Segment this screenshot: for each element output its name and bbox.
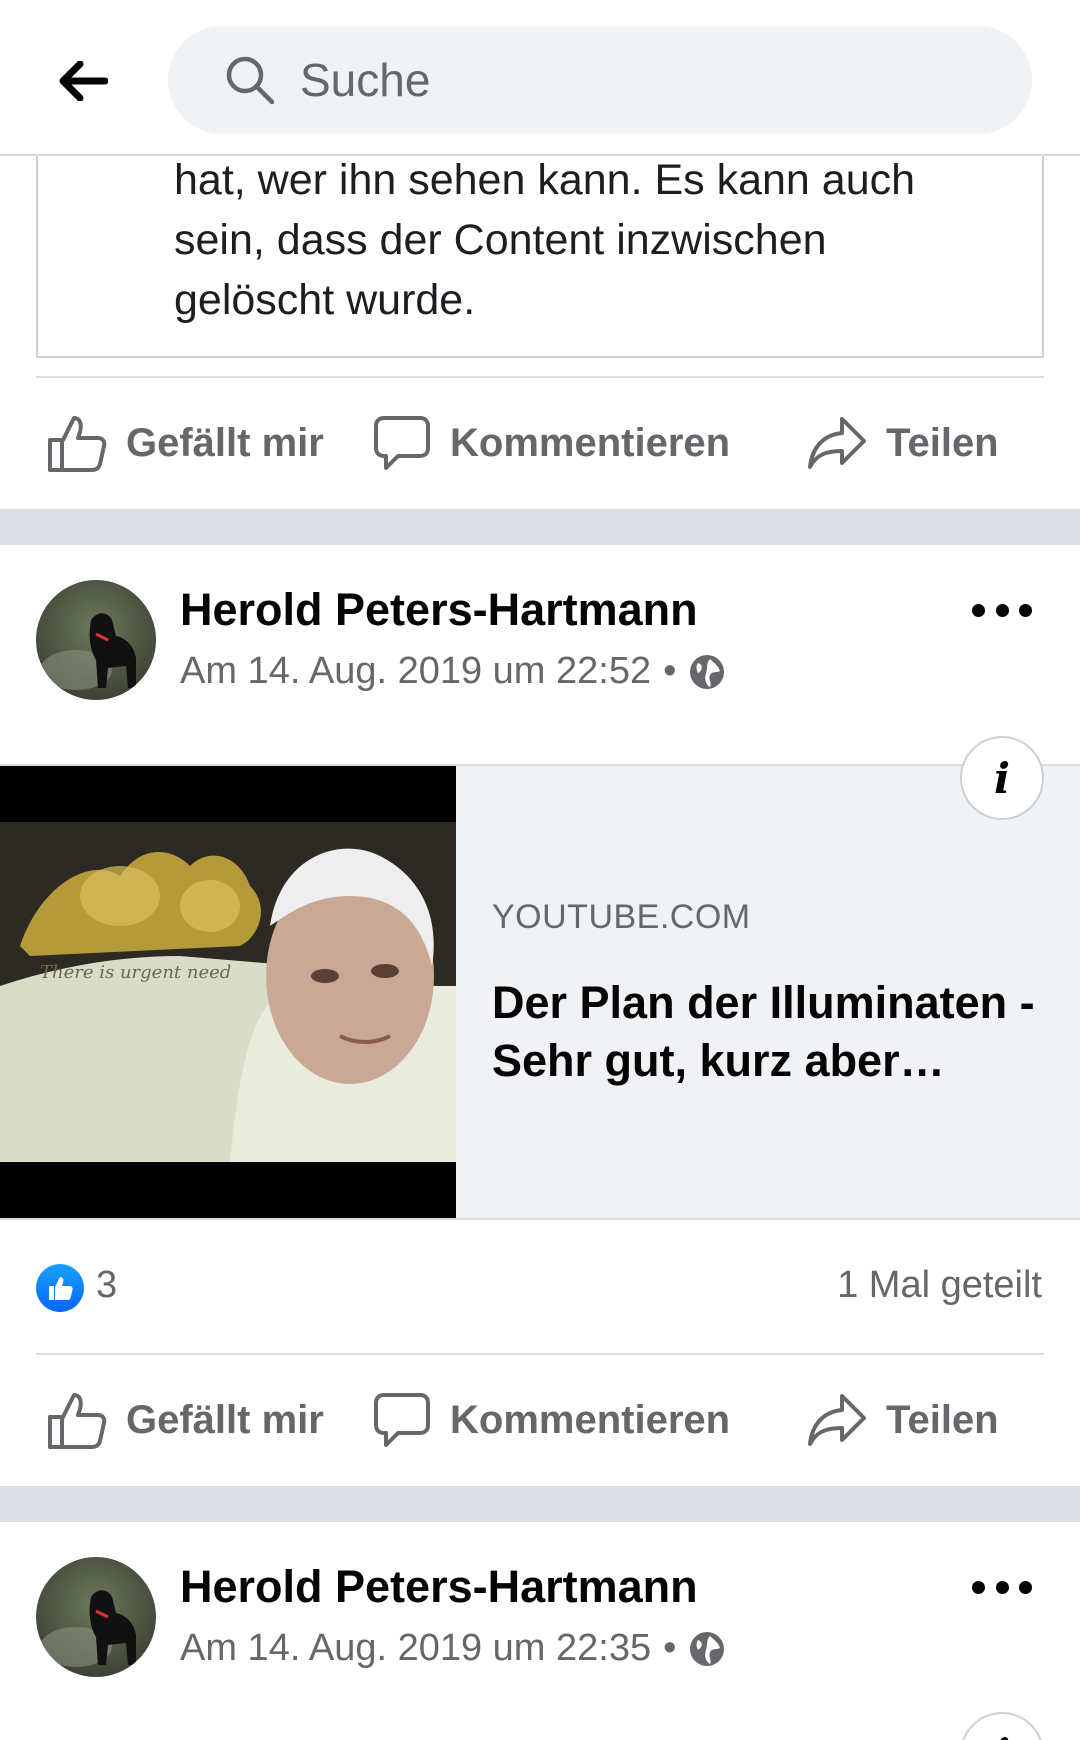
thumbs-up-icon [48,416,107,472]
top-bar [0,0,1080,156]
search-input[interactable] [300,26,1000,134]
globe-icon [690,654,725,689]
avatar[interactable] [36,580,156,700]
post-timestamp[interactable]: Am 14. Aug. 2019 um 22:35 [180,1627,651,1670]
post-actions: Gefällt mir Kommentieren Teilen [0,1361,1080,1479]
post-header: Herold Peters-Hartmann Am 14. Aug. 2019 … [0,1557,1080,1697]
comment-icon [374,416,430,470]
globe-icon [690,1631,725,1666]
share-arrow-icon [808,1394,866,1446]
search-bar[interactable] [168,26,1032,134]
post-meta: Am 14. Aug. 2019 um 22:52 • [180,650,726,693]
comment-label: Kommentieren [450,1397,731,1442]
meta-separator: • [663,1627,677,1669]
more-options-icon[interactable] [972,1567,1032,1607]
comment-button[interactable]: Kommentieren [372,1361,730,1479]
divider [36,1353,1044,1355]
comment-label: Kommentieren [450,420,731,465]
author-name[interactable]: Herold Peters-Hartmann [180,1561,698,1613]
link-domain: YOUTUBE.COM [492,898,751,936]
post-meta: Am 14. Aug. 2019 um 22:35 • [180,1627,726,1670]
share-button[interactable]: Teilen [806,1361,999,1479]
search-icon [226,56,275,105]
thumbnail-caption: There is urgent need [40,962,231,983]
feed-separator [0,509,1080,545]
like-reaction-icon[interactable] [36,1264,84,1312]
post-timestamp[interactable]: Am 14. Aug. 2019 um 22:52 [180,650,651,693]
meta-separator: • [663,650,677,692]
author-name[interactable]: Herold Peters-Hartmann [180,584,698,636]
share-button[interactable]: Teilen [806,384,999,502]
comment-icon [374,1393,430,1447]
like-button[interactable]: Gefällt mir [46,384,324,502]
share-arrow-icon [808,417,866,469]
like-label: Gefällt mir [126,1397,324,1442]
comment-button[interactable]: Kommentieren [372,384,730,502]
like-button[interactable]: Gefällt mir [46,1361,324,1479]
back-arrow-icon[interactable] [48,48,118,114]
divider [36,376,1044,378]
share-label: Teilen [886,420,999,465]
avatar[interactable] [36,1557,156,1677]
unavailable-message: hat, wer ihn sehen kann. Es kann auch se… [174,156,916,324]
video-thumbnail[interactable]: There is urgent need [0,766,456,1218]
feed-separator [0,1486,1080,1522]
share-count[interactable]: 1 Mal geteilt [837,1264,1042,1307]
post-header: Herold Peters-Hartmann Am 14. Aug. 2019 … [0,580,1080,720]
reactions-row: 3 1 Mal geteilt [0,1252,1080,1322]
like-count[interactable]: 3 [96,1264,117,1307]
like-label: Gefällt mir [126,420,324,465]
thumbs-up-icon [48,1393,107,1449]
info-icon[interactable]: i [960,736,1044,820]
link-preview-card[interactable]: There is urgent need YOUTUBE.COM Der Pla… [0,764,1080,1220]
share-label: Teilen [886,1397,999,1442]
more-options-icon[interactable] [972,590,1032,630]
link-title[interactable]: Der Plan der Illuminaten - Sehr gut, kur… [492,974,1052,1090]
info-icon[interactable]: i [960,1712,1044,1740]
post-actions: Gefällt mir Kommentieren Teilen [0,384,1080,502]
